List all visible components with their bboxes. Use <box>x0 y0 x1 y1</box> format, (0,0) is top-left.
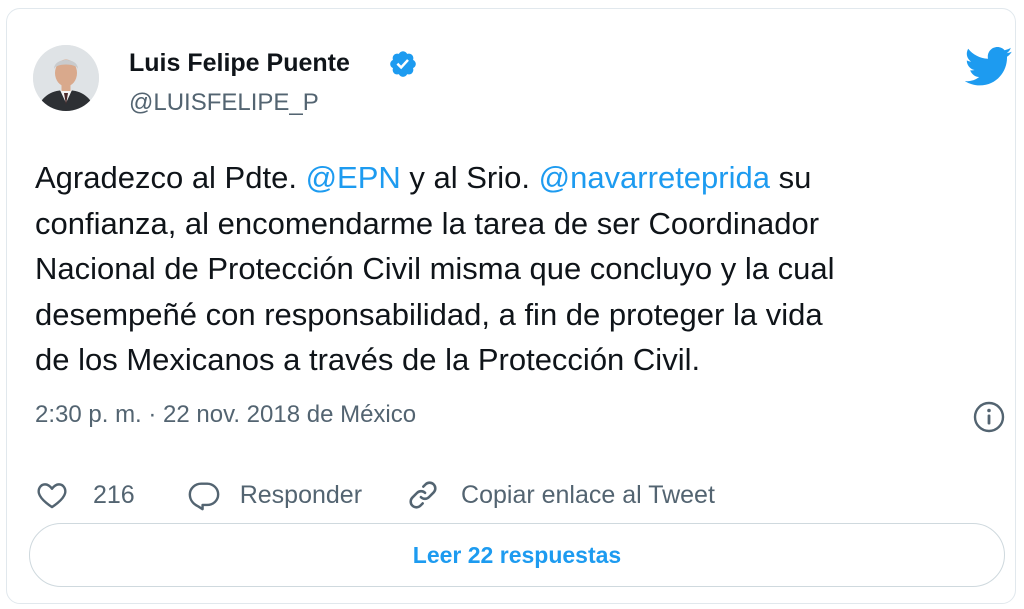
info-icon[interactable] <box>972 400 1006 434</box>
mention-link[interactable]: @EPN <box>306 160 401 195</box>
tweet-text-segment: Agradezco al Pdte. <box>35 160 306 195</box>
read-replies-button[interactable]: Leer 22 respuestas <box>29 523 1005 587</box>
heart-icon <box>37 483 67 509</box>
author-avatar[interactable] <box>33 45 99 111</box>
tweet-text-segment: y al Srio. <box>400 160 539 195</box>
copy-link-label: Copiar enlace al Tweet <box>461 480 715 509</box>
twitter-bird-icon[interactable] <box>965 47 1013 87</box>
read-replies-label: Leer 22 respuestas <box>412 541 622 568</box>
verified-badge-icon <box>390 51 416 77</box>
speech-bubble-icon <box>188 482 220 511</box>
profile-photo-icon <box>33 45 99 111</box>
like-count: 216 <box>93 480 135 509</box>
link-icon <box>409 481 437 509</box>
tweet-text: Agradezco al Pdte. @EPN y al Srio. @nava… <box>35 155 1010 383</box>
like-button[interactable]: 216 <box>35 478 135 512</box>
tweet-actions: 216 Responder Copiar enlace al Tweet <box>35 475 715 515</box>
mention-link[interactable]: @navarreteprida <box>539 160 770 195</box>
reply-label: Responder <box>239 480 363 509</box>
tweet-card: Luis Felipe Puente @LUISFELIPE_P Agradez… <box>6 8 1016 604</box>
copy-link-button[interactable]: Copiar enlace al Tweet <box>406 478 715 512</box>
author-handle[interactable]: @LUISFELIPE_P <box>129 89 319 117</box>
tweet-timestamp[interactable]: 2:30 p. m. · 22 nov. 2018 de México <box>35 401 416 429</box>
reply-button[interactable]: Responder <box>187 478 362 512</box>
author-name[interactable]: Luis Felipe Puente <box>129 49 350 78</box>
